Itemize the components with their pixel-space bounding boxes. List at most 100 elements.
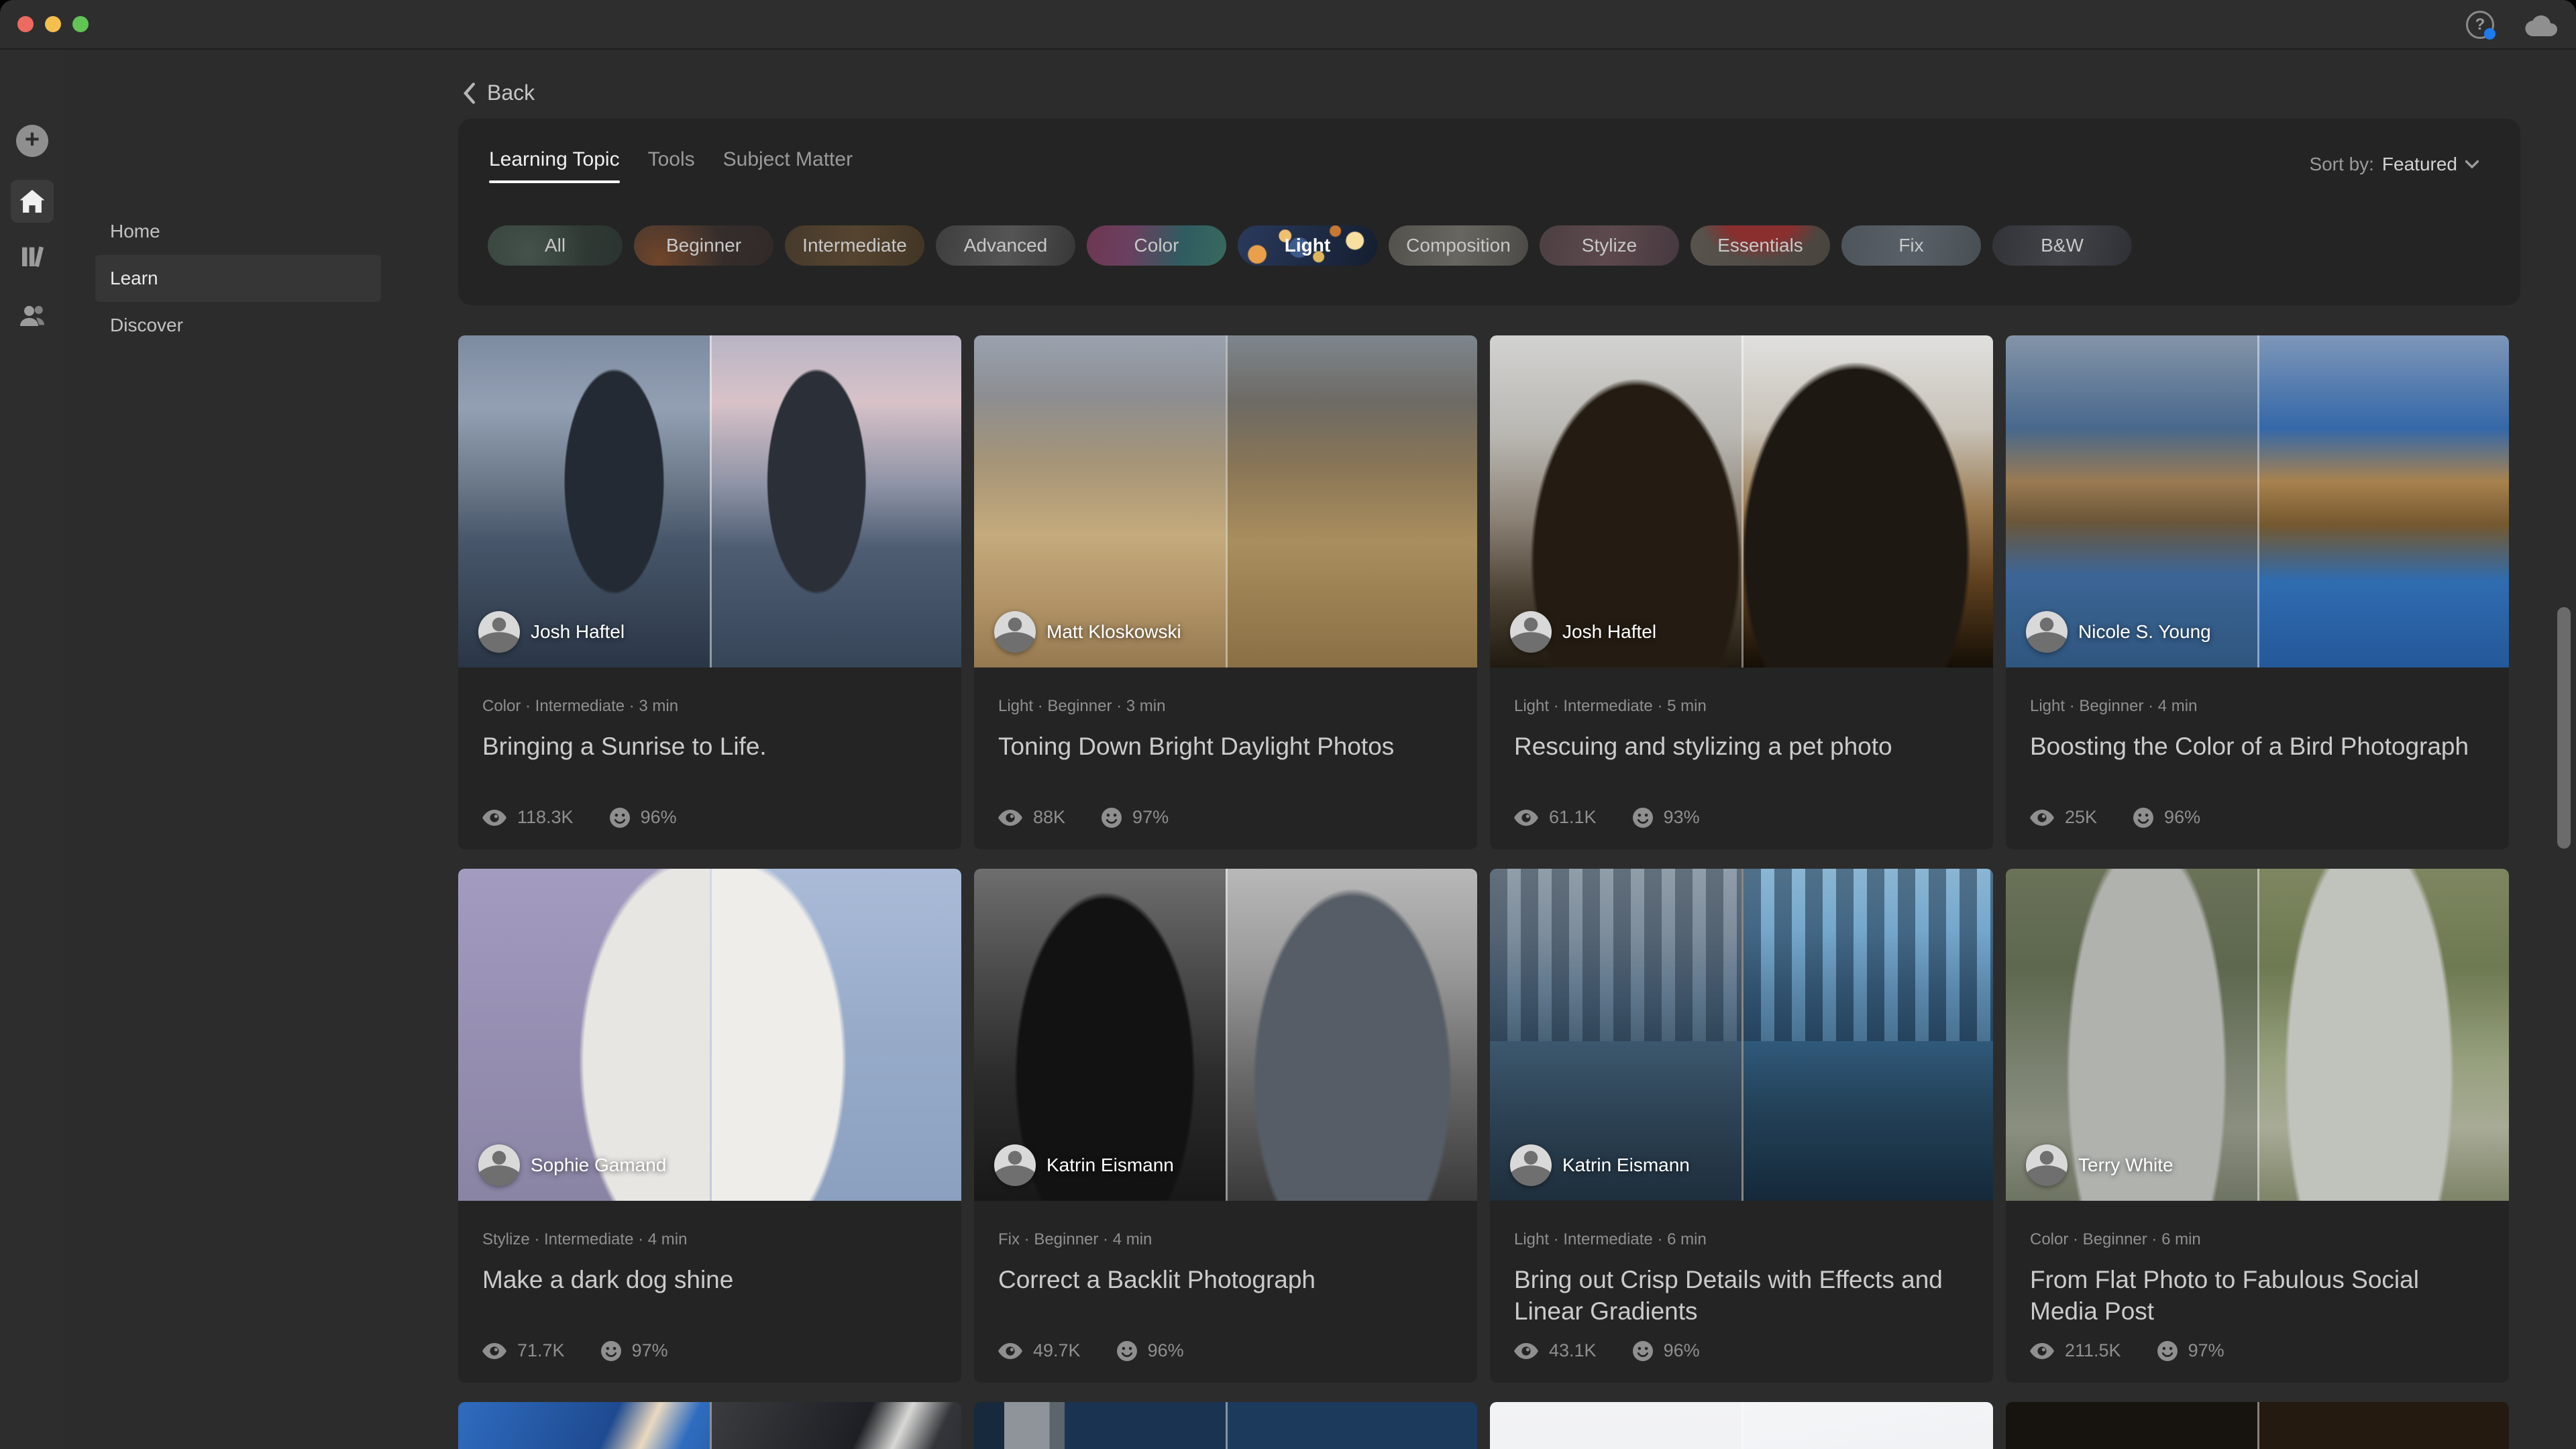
- rating-percent: 96%: [2164, 807, 2201, 827]
- sort-dropdown[interactable]: Sort by: Featured: [2309, 154, 2479, 175]
- avatar: [478, 1144, 520, 1186]
- views-count: 49.7K: [1033, 1340, 1081, 1360]
- sidebar-nav: Home Learn Discover: [95, 221, 381, 349]
- tutorial-card[interactable]: Terry White Color · Beginner · 6 min Fro…: [2006, 869, 2509, 1383]
- people-button[interactable]: [18, 303, 46, 329]
- avatar: [994, 1144, 1036, 1186]
- card-title: From Flat Photo to Fabulous Social Media…: [2030, 1266, 2419, 1326]
- rating-percent: 96%: [640, 807, 677, 827]
- card-title: Rescuing and stylizing a pet photo: [1514, 733, 1892, 760]
- window-controls: [17, 16, 89, 32]
- pill-color[interactable]: Color: [1087, 225, 1226, 266]
- chevron-left-icon: [463, 82, 476, 104]
- views-eye-icon: [482, 809, 506, 826]
- views-count: 118.3K: [517, 807, 574, 827]
- card-title: Toning Down Bright Daylight Photos: [998, 733, 1395, 760]
- smiley-icon: [1632, 1340, 1653, 1361]
- home-icon: [19, 190, 45, 213]
- tutorial-card[interactable]: Katrin Eismann Light · Intermediate · 6 …: [1490, 869, 1993, 1383]
- author-name: Josh Haftel: [1562, 621, 1657, 642]
- tutorial-card[interactable]: Nicole S. Young Light · Beginner · 4 min…: [2006, 335, 2509, 849]
- pill-beginner[interactable]: Beginner: [634, 225, 773, 266]
- views-count: 25K: [2065, 807, 2098, 827]
- pill-composition[interactable]: Composition: [1389, 225, 1528, 266]
- card-image: Terry White: [2006, 869, 2509, 1201]
- author-name: Katrin Eismann: [1046, 1155, 1174, 1175]
- scrollbar-thumb[interactable]: [2557, 607, 2571, 849]
- tutorial-card-partial[interactable]: [2006, 1402, 2509, 1449]
- tutorial-card-partial[interactable]: [1490, 1402, 1993, 1449]
- smiley-icon: [2157, 1340, 2178, 1361]
- sidebar-item-home[interactable]: Home: [95, 208, 381, 255]
- minimize-button[interactable]: [45, 16, 61, 32]
- library-button[interactable]: [19, 243, 46, 270]
- pill-all[interactable]: All: [488, 225, 623, 266]
- pill-intermediate[interactable]: Intermediate: [785, 225, 924, 266]
- card-meta: Light · Beginner · 4 min: [2030, 697, 2198, 715]
- card-image: [458, 1402, 961, 1449]
- pill-essentials[interactable]: Essentials: [1690, 225, 1830, 266]
- home-button-selected[interactable]: [11, 180, 54, 223]
- tab-subject-matter[interactable]: Subject Matter: [723, 148, 853, 182]
- views-eye-icon: [2030, 809, 2054, 826]
- author-name: Nicole S. Young: [2078, 621, 2211, 642]
- card-title: Boosting the Color of a Bird Photograph: [2030, 733, 2469, 760]
- fullscreen-button[interactable]: [72, 16, 89, 32]
- tutorial-card[interactable]: Sophie Gamand Stylize · Intermediate · 4…: [458, 869, 961, 1383]
- pill-bw[interactable]: B&W: [1992, 225, 2132, 266]
- views-eye-icon: [1514, 1342, 1538, 1359]
- card-title: Bringing a Sunrise to Life.: [482, 733, 767, 760]
- pill-light-selected[interactable]: Light: [1238, 225, 1377, 266]
- close-button[interactable]: [17, 16, 34, 32]
- tab-tools[interactable]: Tools: [648, 148, 695, 182]
- card-meta: Light · Intermediate · 6 min: [1514, 1230, 1707, 1248]
- pill-advanced[interactable]: Advanced: [936, 225, 1075, 266]
- help-button[interactable]: ?: [2466, 11, 2496, 40]
- rating-percent: 97%: [2188, 1340, 2224, 1360]
- sort-label: Sort by:: [2309, 154, 2374, 174]
- views-count: 211.5K: [2065, 1340, 2121, 1360]
- views-count: 88K: [1033, 807, 1066, 827]
- smiley-icon: [1632, 807, 1653, 828]
- sidebar-item-discover[interactable]: Discover: [95, 302, 381, 349]
- card-image: [974, 1402, 1477, 1449]
- author-name: Matt Kloskowski: [1046, 621, 1181, 642]
- tutorial-card-partial[interactable]: [974, 1402, 1477, 1449]
- tab-learning-topic[interactable]: Learning Topic: [489, 148, 620, 183]
- tutorial-grid: Josh Haftel Color · Intermediate · 3 min…: [458, 335, 2522, 1449]
- pill-fix[interactable]: Fix: [1841, 225, 1981, 266]
- tutorial-card[interactable]: Josh Haftel Color · Intermediate · 3 min…: [458, 335, 961, 849]
- card-meta: Color · Intermediate · 3 min: [482, 697, 679, 715]
- card-title: Bring out Crisp Details with Effects and…: [1514, 1266, 1943, 1326]
- card-meta: Light · Beginner · 3 min: [998, 697, 1166, 715]
- tutorial-card-partial[interactable]: [458, 1402, 961, 1449]
- sidebar-discover-label: Discover: [110, 315, 183, 335]
- avatar: [2026, 611, 2068, 653]
- chevron-down-icon: [2465, 160, 2479, 168]
- title-bar: ?: [0, 0, 2576, 50]
- people-icon: [20, 306, 44, 326]
- card-meta: Light · Intermediate · 5 min: [1514, 697, 1707, 715]
- tutorial-card[interactable]: Matt Kloskowski Light · Beginner · 3 min…: [974, 335, 1477, 849]
- sidebar-learn-label: Learn: [110, 268, 158, 288]
- sidebar-item-learn[interactable]: Learn: [95, 255, 381, 302]
- notification-dot: [2484, 28, 2496, 40]
- tutorial-card[interactable]: Josh Haftel Light · Intermediate · 5 min…: [1490, 335, 1993, 849]
- add-photos-button[interactable]: +: [16, 125, 48, 157]
- filter-tabs: Learning Topic Tools Subject Matter: [489, 148, 853, 183]
- views-eye-icon: [2030, 1342, 2054, 1359]
- filter-toolbar: Learning Topic Tools Subject Matter Sort…: [458, 119, 2520, 305]
- card-title: Correct a Backlit Photograph: [998, 1266, 1316, 1293]
- rating-percent: 97%: [631, 1340, 668, 1360]
- pill-stylize[interactable]: Stylize: [1540, 225, 1679, 266]
- lightroom-window: ? + Home Learn Discover Back Learning To…: [0, 0, 2576, 1449]
- avatar: [994, 611, 1036, 653]
- tutorial-card[interactable]: Katrin Eismann Fix · Beginner · 4 min Co…: [974, 869, 1477, 1383]
- cloud-sync-icon[interactable]: [2522, 13, 2557, 36]
- card-meta: Fix · Beginner · 4 min: [998, 1230, 1152, 1248]
- back-button[interactable]: Back: [462, 80, 535, 105]
- avatar: [1510, 1144, 1552, 1186]
- author-name: Sophie Gamand: [531, 1155, 667, 1175]
- card-image: Nicole S. Young: [2006, 335, 2509, 667]
- card-image: Josh Haftel: [1490, 335, 1993, 667]
